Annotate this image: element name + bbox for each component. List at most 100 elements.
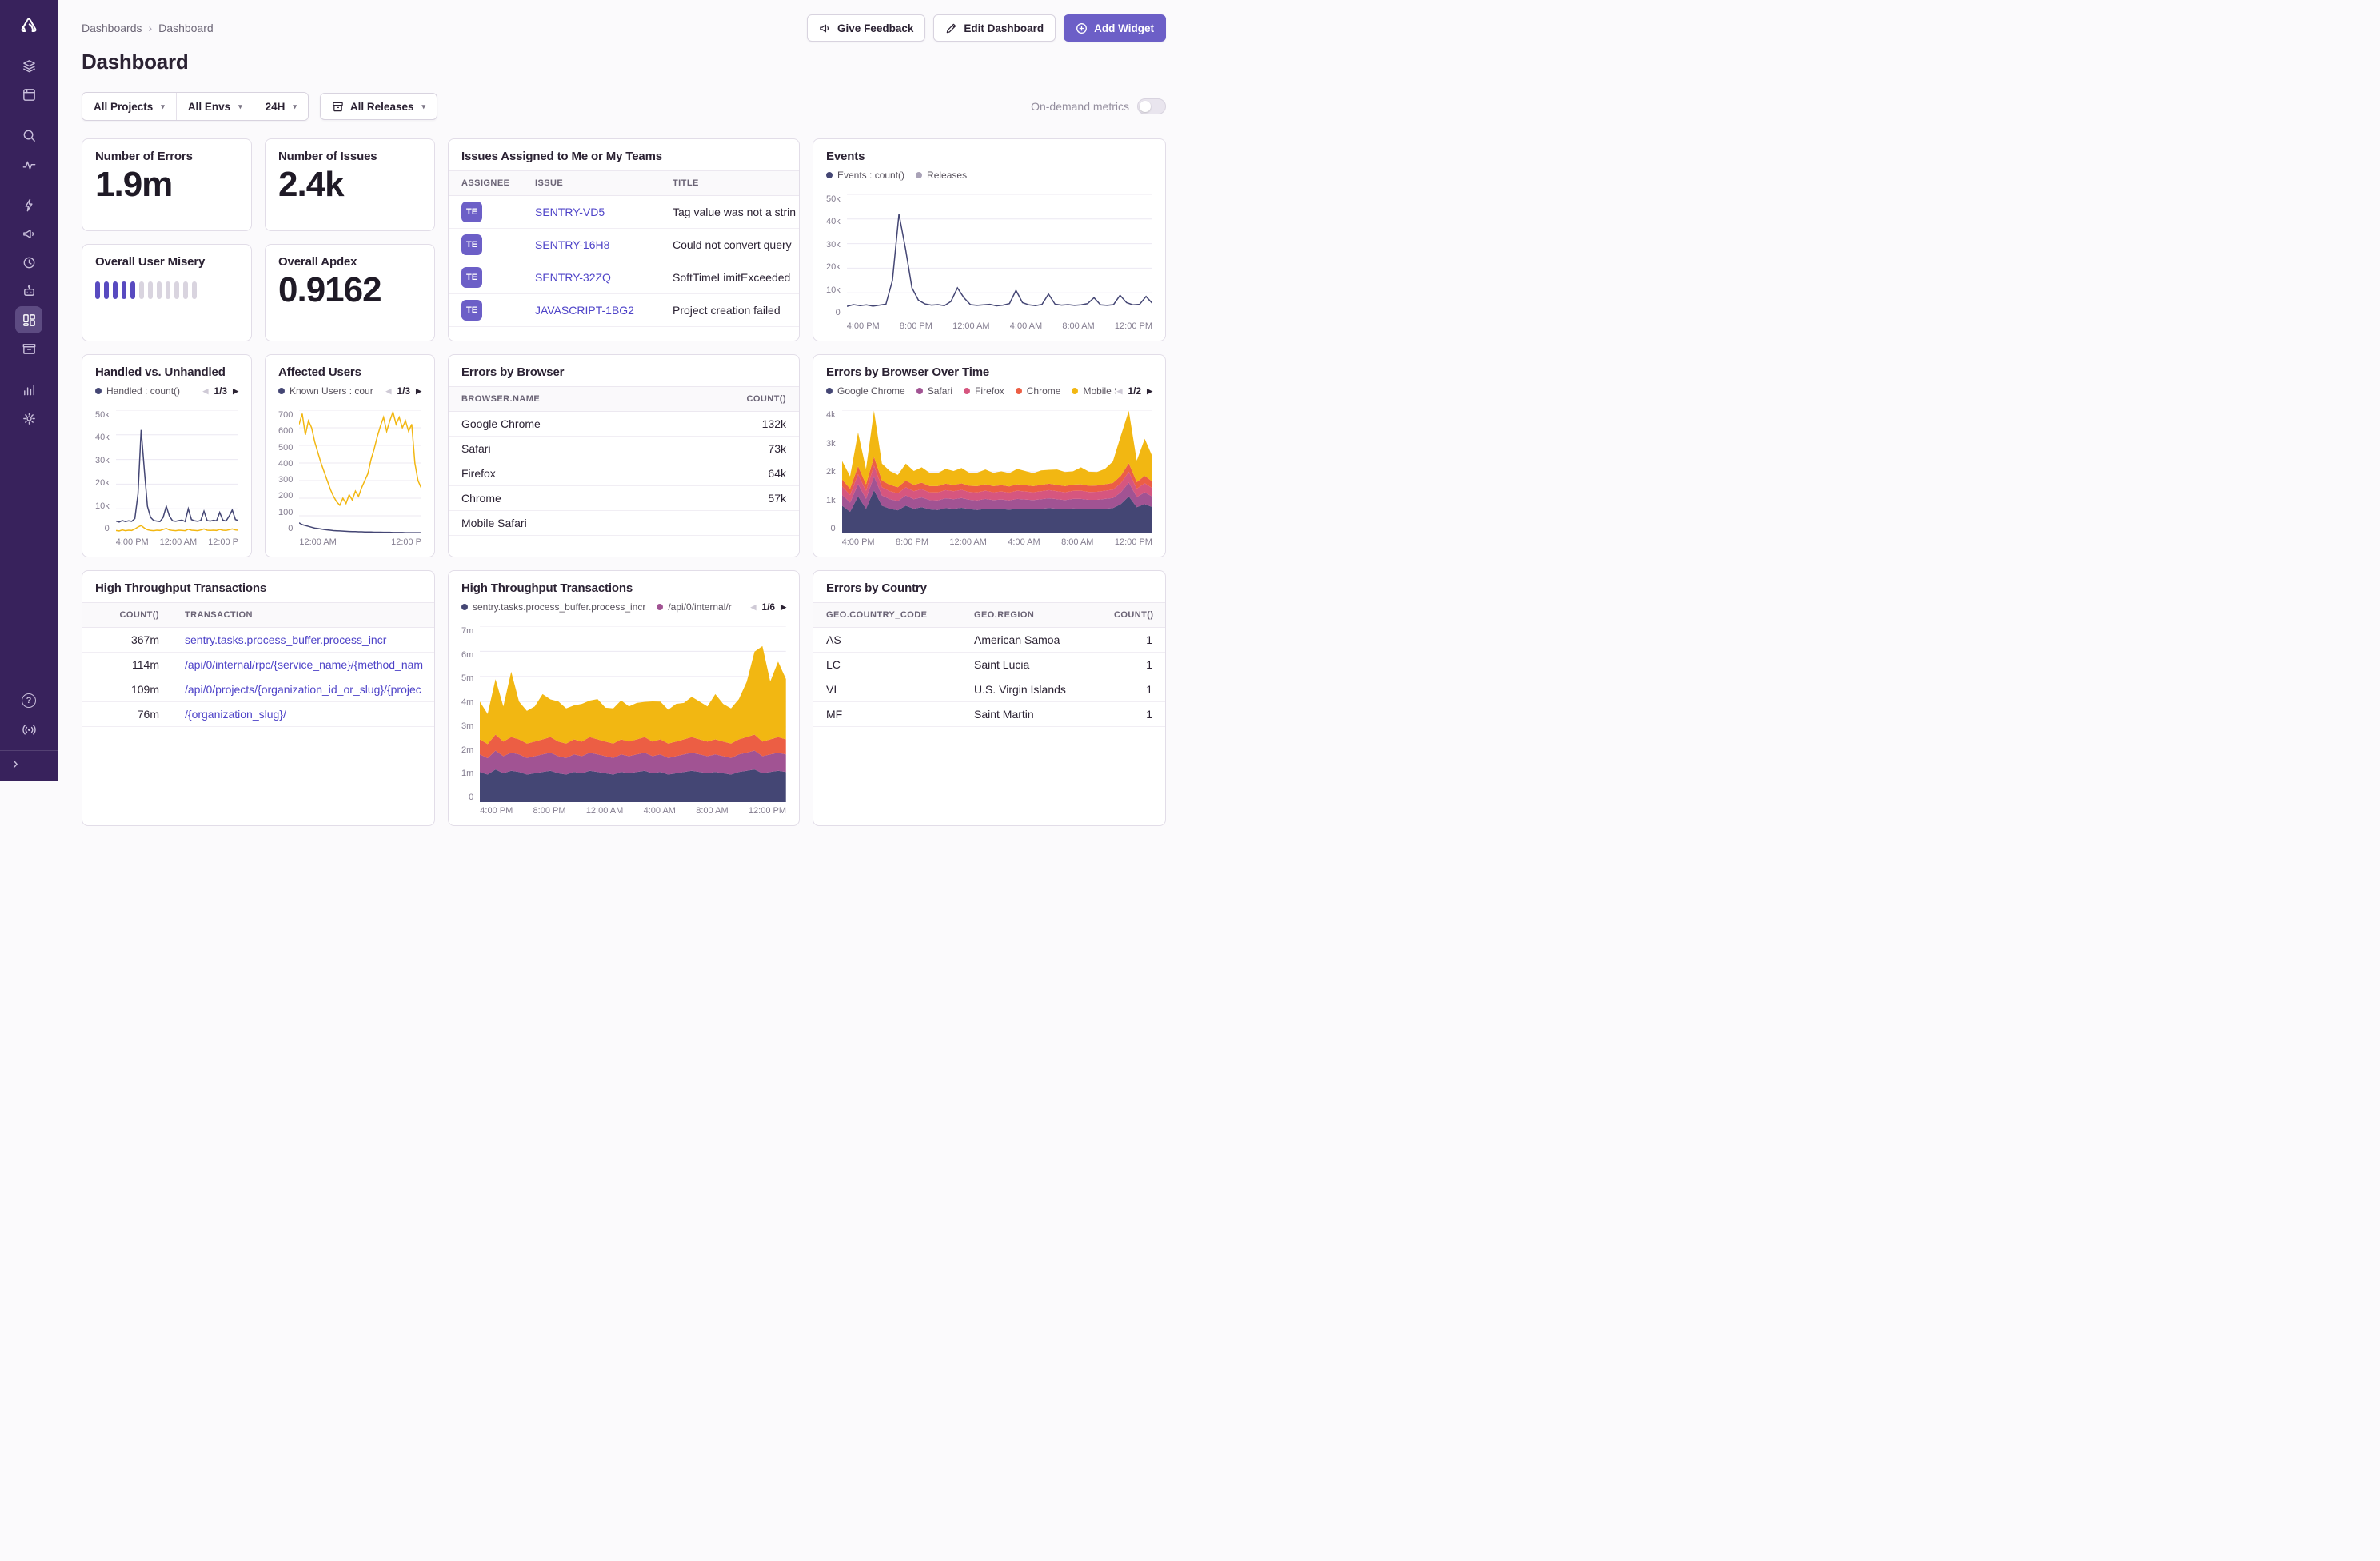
legend-label: Releases xyxy=(927,170,967,181)
sidebar-item-dashboards[interactable] xyxy=(15,306,42,333)
transaction-link[interactable]: /api/0/internal/rpc/{service_name}/{meth… xyxy=(185,658,423,671)
sidebar-item-performance[interactable] xyxy=(15,150,42,178)
release-filter[interactable]: All Releases ▾ xyxy=(320,93,437,120)
pager-next-icon[interactable]: ▶ xyxy=(1147,388,1152,395)
time-range-filter[interactable]: 24H ▾ xyxy=(254,93,308,120)
legend: sentry.tasks.process_buffer.process_incr… xyxy=(461,601,750,613)
sidebar-item-projects[interactable] xyxy=(15,81,42,108)
widget-handled-vs-unhandled: Handled vs. Unhandled Handled : count() … xyxy=(82,354,252,557)
widget-title: Errors by Browser xyxy=(461,365,786,379)
add-widget-button[interactable]: Add Widget xyxy=(1064,14,1166,42)
country-region: American Samoa xyxy=(961,628,1101,653)
legend-label: Chrome xyxy=(1027,385,1061,397)
pager-count: 1/3 xyxy=(214,385,227,397)
legend-dot-icon xyxy=(826,388,833,394)
issue-link[interactable]: SENTRY-VD5 xyxy=(535,206,605,218)
legend-dot-icon xyxy=(461,604,468,610)
legend-item[interactable]: Safari xyxy=(916,385,952,397)
issue-title: Could not convert query xyxy=(660,229,799,261)
transaction-link[interactable]: /{organization_slug}/ xyxy=(185,708,286,721)
legend-item[interactable]: /api/0/internal/r xyxy=(657,601,731,613)
breadcrumb-dashboards[interactable]: Dashboards xyxy=(82,22,142,34)
pager-count: 1/6 xyxy=(761,601,775,613)
country-code: LC xyxy=(813,653,961,677)
main-content: Dashboards › Dashboard Give Feedback Edi… xyxy=(58,0,1190,780)
sentry-logo[interactable] xyxy=(12,10,46,43)
pager-prev-icon[interactable]: ◀ xyxy=(202,388,208,395)
edit-dashboard-button[interactable]: Edit Dashboard xyxy=(933,14,1056,42)
chevron-down-icon: ▾ xyxy=(421,102,425,111)
legend-item[interactable]: Mobile S xyxy=(1072,385,1116,397)
megaphone-icon xyxy=(22,226,37,242)
column-header: ASSIGNEE xyxy=(449,171,522,196)
transaction-count: 114m xyxy=(82,653,172,677)
legend-item[interactable]: Handled : count() xyxy=(95,385,180,397)
on-demand-metrics-toggle[interactable] xyxy=(1137,98,1166,114)
sidebar-item-help[interactable]: ? xyxy=(15,687,42,714)
table-row: Chrome 57k xyxy=(449,486,799,511)
country-count: 1 xyxy=(1101,628,1165,653)
legend-item[interactable]: sentry.tasks.process_buffer.process_incr xyxy=(461,601,645,613)
sidebar-item-crons[interactable] xyxy=(15,277,42,305)
search-icon xyxy=(22,128,37,143)
sidebar-item-settings[interactable] xyxy=(15,405,42,432)
legend-item[interactable]: Known Users : cour xyxy=(278,385,373,397)
legend-item[interactable]: Chrome xyxy=(1016,385,1061,397)
table-row: 367m sentry.tasks.process_buffer.process… xyxy=(82,628,434,653)
legend-dot-icon xyxy=(657,604,663,610)
legend-item[interactable]: Events : count() xyxy=(826,170,904,181)
issue-link[interactable]: SENTRY-16H8 xyxy=(535,238,609,251)
widget-title: Overall User Misery xyxy=(95,255,238,269)
legend-label: Google Chrome xyxy=(837,385,905,397)
legend-item[interactable]: Firefox xyxy=(964,385,1004,397)
handled-chart: 50k40k30k20k10k04:00 PM12:00 AM12:00 P xyxy=(95,410,238,547)
give-feedback-button[interactable]: Give Feedback xyxy=(807,14,925,42)
replay-clock-icon xyxy=(22,255,37,270)
table-row: 76m /{organization_slug}/ xyxy=(82,702,434,727)
sidebar-item-stats[interactable] xyxy=(15,376,42,403)
performance-icon xyxy=(22,157,37,172)
environment-filter[interactable]: All Envs ▾ xyxy=(177,93,254,120)
sidebar-item-releases[interactable] xyxy=(15,335,42,362)
widget-title: Number of Errors xyxy=(95,150,238,163)
legend-dot-icon xyxy=(916,388,923,394)
browser-name: Safari xyxy=(449,437,719,461)
on-demand-metrics-label: On-demand metrics xyxy=(1031,100,1129,113)
transaction-link[interactable]: sentry.tasks.process_buffer.process_incr xyxy=(185,633,386,646)
sidebar-item-feedback[interactable] xyxy=(15,220,42,247)
broadcast-icon xyxy=(22,722,37,737)
sidebar-item-explore[interactable] xyxy=(15,122,42,149)
button-label: 24H xyxy=(266,101,286,113)
legend-dot-icon xyxy=(95,388,102,394)
legend-item[interactable]: Releases xyxy=(916,170,967,181)
project-filter[interactable]: All Projects ▾ xyxy=(82,93,177,120)
widget-number-of-errors: Number of Errors 1.9m xyxy=(82,138,252,231)
widget-high-throughput-chart: High Throughput Transactions sentry.task… xyxy=(448,570,800,826)
sidebar-item-whats-new[interactable] xyxy=(15,716,42,743)
archive-box-icon xyxy=(22,341,37,357)
widget-title: Issues Assigned to Me or My Teams xyxy=(461,150,786,163)
sidebar-item-issues[interactable] xyxy=(15,52,42,79)
sidebar-item-replays[interactable] xyxy=(15,249,42,276)
legend-dot-icon xyxy=(1072,388,1078,394)
country-count: 1 xyxy=(1101,653,1165,677)
browser-name: Firefox xyxy=(449,461,719,486)
pager-prev-icon[interactable]: ◀ xyxy=(385,388,391,395)
issue-link[interactable]: JAVASCRIPT-1BG2 xyxy=(535,304,634,317)
legend-item[interactable]: Google Chrome xyxy=(826,385,905,397)
table-row: VI U.S. Virgin Islands 1 xyxy=(813,677,1165,702)
sidebar-collapse[interactable]: › xyxy=(0,750,58,780)
pager-prev-icon[interactable]: ◀ xyxy=(1116,388,1122,395)
pager-prev-icon[interactable]: ◀ xyxy=(750,604,756,611)
pager-next-icon[interactable]: ▶ xyxy=(781,604,786,611)
transaction-link[interactable]: /api/0/projects/{organization_id_or_slug… xyxy=(185,683,421,696)
pager-next-icon[interactable]: ▶ xyxy=(416,388,421,395)
widget-errors-by-country: Errors by Country GEO.COUNTRY_CODE GEO.R… xyxy=(813,570,1166,826)
issue-link[interactable]: SENTRY-32ZQ xyxy=(535,271,611,284)
sidebar-item-alerts[interactable] xyxy=(15,191,42,218)
widget-user-misery: Overall User Misery xyxy=(82,244,252,341)
plus-circle-icon xyxy=(1076,22,1088,34)
pager-next-icon[interactable]: ▶ xyxy=(233,388,238,395)
issue-row: TE JAVASCRIPT-1BG2 Project creation fail… xyxy=(449,294,799,327)
chevron-down-icon: ▾ xyxy=(238,102,242,111)
